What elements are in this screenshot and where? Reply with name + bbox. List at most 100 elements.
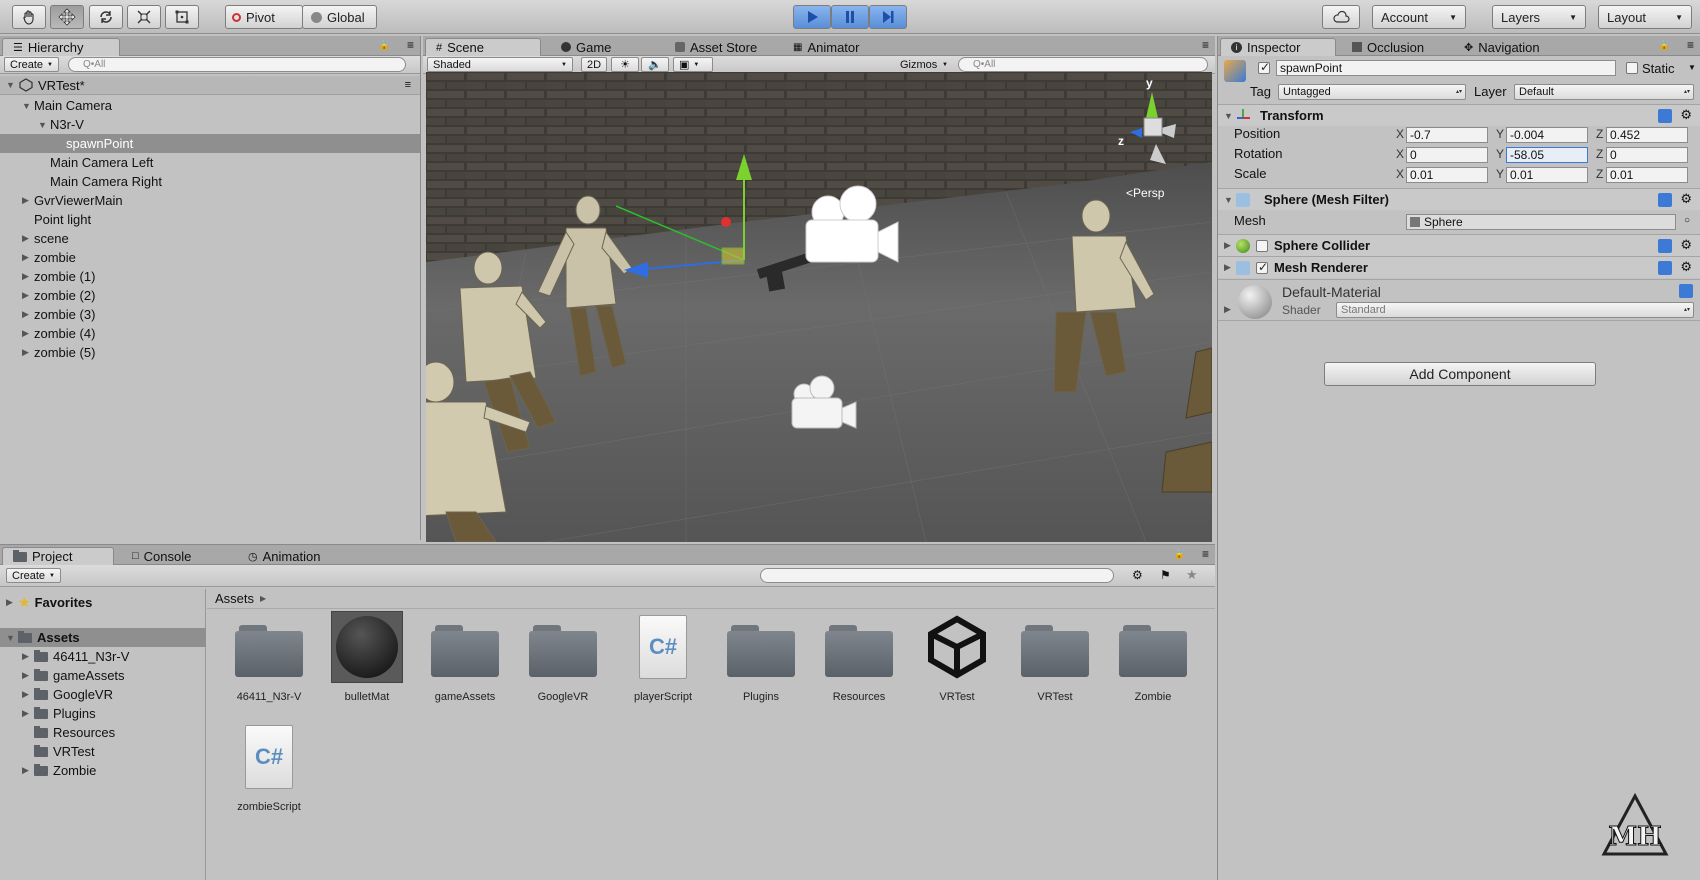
tab-project[interactable]: Project (2, 547, 114, 565)
step-button[interactable] (869, 5, 907, 29)
project-create-button[interactable]: Create ▼ (6, 568, 61, 583)
help-book-icon[interactable] (1679, 284, 1693, 298)
static-checkbox[interactable] (1626, 62, 1638, 74)
mesh-field[interactable]: Sphere (1406, 214, 1676, 230)
rotate-tool-button[interactable] (89, 5, 123, 29)
expand-triangle-icon[interactable]: ▶ (22, 252, 34, 263)
expand-triangle-icon[interactable]: ▶ (22, 765, 34, 776)
mesh-renderer-header[interactable]: ▶ Mesh Renderer ⚙ (1218, 256, 1700, 278)
expand-triangle-icon[interactable]: ▶ (22, 328, 34, 339)
rect-tool-button[interactable] (165, 5, 199, 29)
hierarchy-search-input[interactable]: Q•All (68, 57, 406, 72)
effects-dropdown[interactable]: ▣ ▼ (673, 57, 713, 72)
assets-root-row[interactable]: ▼ Assets (0, 628, 206, 647)
tab-hierarchy[interactable]: ☰ Hierarchy (2, 38, 120, 56)
transform-rotation-x-input[interactable]: 0 (1406, 147, 1488, 163)
asset-item[interactable]: VRTest (1010, 623, 1100, 713)
help-book-icon[interactable] (1658, 109, 1672, 123)
asset-item[interactable]: Zombie (1108, 623, 1198, 713)
lighting-toggle[interactable]: ☀ (611, 57, 639, 72)
object-name-field[interactable]: spawnPoint (1276, 60, 1616, 76)
asset-item[interactable]: Plugins (716, 623, 806, 713)
sphere-collider-header[interactable]: ▶ Sphere Collider ⚙ (1218, 234, 1700, 256)
expand-triangle-icon[interactable]: ▶ (22, 195, 34, 206)
asset-item[interactable]: C# playerScript (618, 615, 708, 713)
active-checkbox[interactable] (1258, 60, 1270, 74)
asset-item[interactable]: C# zombieScript (224, 725, 314, 823)
gizmos-dropdown[interactable]: Gizmos ▼ (895, 57, 953, 72)
persp-button[interactable]: <Persp (1126, 186, 1164, 200)
gear-icon[interactable]: ⚙ (1680, 107, 1692, 123)
asset-item[interactable]: GoogleVR (518, 623, 608, 713)
help-book-icon[interactable] (1658, 193, 1672, 207)
chevron-down-icon[interactable]: ▼ (1688, 63, 1696, 72)
project-folder-item[interactable]: VRTest (22, 742, 95, 761)
pivot-toggle[interactable]: Pivot (225, 5, 303, 29)
transform-rotation-z-input[interactable]: 0 (1606, 147, 1688, 163)
breadcrumb-assets[interactable]: Assets (215, 591, 254, 606)
expand-triangle-icon[interactable]: ▶ (22, 271, 34, 282)
layout-dropdown[interactable]: Layout ▼ (1598, 5, 1692, 29)
tab-inspector[interactable]: i Inspector (1220, 38, 1336, 56)
project-folder-item[interactable]: Resources (22, 723, 115, 742)
pause-button[interactable] (831, 5, 869, 29)
hierarchy-item[interactable]: ▶ scene (0, 229, 420, 248)
hierarchy-item[interactable]: ▼ N3r-V (0, 115, 420, 134)
transform-scale-x-input[interactable]: 0.01 (1406, 167, 1488, 183)
hierarchy-scene-header[interactable]: ▼ VRTest* ≡ (0, 76, 420, 95)
global-toggle[interactable]: Global (302, 5, 377, 29)
play-button[interactable] (793, 5, 831, 29)
expand-triangle-icon[interactable]: ▶ (22, 347, 34, 358)
transform-scale-z-input[interactable]: 0.01 (1606, 167, 1688, 183)
tab-game[interactable]: Game (551, 38, 621, 56)
help-book-icon[interactable] (1658, 239, 1672, 253)
scene-viewport[interactable]: y z <Persp (426, 72, 1212, 542)
filter-type-icon[interactable]: ⚙ (1132, 568, 1143, 582)
sphere-collider-checkbox[interactable] (1256, 239, 1268, 252)
hierarchy-item[interactable]: ▶ zombie (0, 248, 420, 267)
filter-label-icon[interactable]: ⚑ (1160, 568, 1171, 582)
transform-scale-y-input[interactable]: 0.01 (1506, 167, 1588, 183)
scene-menu-icon[interactable]: ≡ (405, 79, 411, 91)
mesh-filter-header[interactable]: ▼ Sphere (Mesh Filter) ⚙ (1218, 188, 1700, 210)
hierarchy-item[interactable]: spawnPoint (0, 134, 420, 153)
shading-dropdown[interactable]: Shaded ▼ (427, 57, 573, 72)
move-tool-button[interactable] (50, 5, 84, 29)
hierarchy-item[interactable]: Main Camera Left (0, 153, 420, 172)
cloud-button[interactable] (1322, 5, 1360, 29)
hierarchy-item[interactable]: Main Camera Right (0, 172, 420, 191)
expand-triangle-icon[interactable]: ▶ (22, 233, 34, 244)
tab-animator[interactable]: ▦ Animator (783, 38, 869, 56)
expand-triangle-icon[interactable]: ▶ (22, 290, 34, 301)
hierarchy-item[interactable]: ▶ zombie (3) (0, 305, 420, 324)
transform-header[interactable]: ▼ Transform ⚙ (1218, 104, 1700, 126)
hand-tool-button[interactable] (12, 5, 46, 29)
expand-triangle-icon[interactable]: ▼ (1224, 111, 1236, 121)
tab-scene[interactable]: # Scene (425, 38, 541, 56)
project-folder-item[interactable]: ▶ GoogleVR (22, 685, 113, 704)
project-folder-item[interactable]: ▶ 46411_N3r-V (22, 647, 129, 666)
asset-item[interactable]: bulletMat (322, 611, 412, 713)
audio-toggle[interactable]: 🔈 (641, 57, 669, 72)
favorite-star-icon[interactable]: ★ (1186, 567, 1198, 583)
account-dropdown[interactable]: Account ▼ (1372, 5, 1466, 29)
scene-search-input[interactable]: Q•All (958, 57, 1208, 72)
scale-tool-button[interactable] (127, 5, 161, 29)
transform-position-x-input[interactable]: -0.7 (1406, 127, 1488, 143)
project-folder-item[interactable]: ▶ gameAssets (22, 666, 125, 685)
tab-navigation[interactable]: ✥ Navigation (1454, 38, 1550, 56)
expand-triangle-icon[interactable]: ▼ (6, 633, 18, 643)
expand-triangle-icon[interactable]: ▶ (6, 597, 18, 608)
gear-icon[interactable]: ⚙ (1680, 237, 1692, 253)
hierarchy-item[interactable]: ▼ Main Camera (0, 96, 420, 115)
expand-triangle-icon[interactable]: ▶ (22, 651, 34, 662)
expand-triangle-icon[interactable]: ▶ (22, 309, 34, 320)
tab-animation[interactable]: ◷ Animation (238, 547, 330, 565)
asset-item[interactable]: 46411_N3r-V (224, 623, 314, 713)
expand-triangle-icon[interactable]: ▼ (22, 101, 34, 111)
layer-dropdown[interactable]: Default (1514, 84, 1694, 100)
shader-dropdown[interactable]: Standard (1336, 302, 1694, 318)
hierarchy-item[interactable]: ▶ zombie (1) (0, 267, 420, 286)
asset-item[interactable]: VRTest (912, 615, 1002, 713)
project-folder-item[interactable]: ▶ Zombie (22, 761, 96, 780)
